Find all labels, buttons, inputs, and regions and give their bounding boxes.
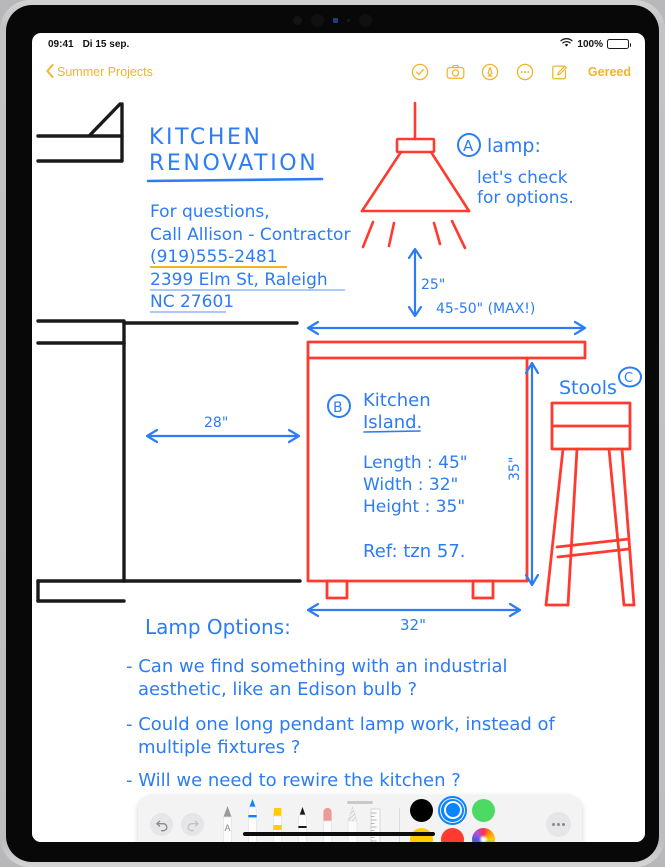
undo-icon[interactable] [150,813,173,836]
sensor-dot-small [347,18,350,22]
svg-text:A: A [224,823,230,833]
svg-text:Height : 35": Height : 35" [363,497,465,517]
svg-text:45-50" (MAX!): 45-50" (MAX!) [436,301,535,317]
svg-text:aesthetic, like an Edison bulb: aesthetic, like an Edison bulb ? [138,679,417,700]
tool-highlighter[interactable] [267,805,288,842]
tool-text-pen[interactable]: A [217,805,238,842]
svg-text:Width : 32": Width : 32" [363,475,458,495]
home-indicator[interactable] [242,832,435,836]
handwritten-sketch: .ink-b { stroke:#2b7cf5; fill:none; stro… [36,101,642,791]
back-button-label: Summer Projects [57,65,153,79]
checkmark-circle-icon[interactable] [411,63,429,81]
color-wheel[interactable] [472,827,495,842]
tool-eraser[interactable] [317,805,338,842]
color-green[interactable] [472,798,495,822]
done-button[interactable]: Gereed [588,65,631,79]
status-bar-right: 100% [560,37,631,51]
color-blue[interactable] [438,795,467,825]
svg-text:B: B [333,400,343,416]
note-canvas[interactable]: .ink-b { stroke:#2b7cf5; fill:none; stro… [32,89,645,842]
ipad-screen: 09:41 Di 15 sep. 100% Summer Projects Ge… [32,33,645,842]
tool-pencil[interactable] [342,805,363,842]
tool-ruler[interactable] [367,805,388,842]
status-date: Di 15 sep. [82,38,130,50]
palette-drag-handle[interactable] [347,801,373,804]
svg-text:let's check: let's check [477,168,568,188]
device-bezel: 09:41 Di 15 sep. 100% Summer Projects Ge… [6,5,659,862]
battery-icon [607,39,631,49]
svg-text:KITCHEN: KITCHEN [149,125,263,150]
status-bar-left: 09:41 Di 15 sep. [48,39,129,50]
chevron-left-icon [46,63,54,81]
front-camera-sensors [273,13,393,27]
svg-text:Call Allison - Contractor: Call Allison - Contractor [150,225,350,245]
status-time: 09:41 [48,38,74,50]
svg-text:Length : 45": Length : 45" [363,453,468,473]
svg-text:- Can we find something with a: - Can we find something with an industri… [126,656,508,677]
svg-text:Island.: Island. [363,412,422,433]
sensor-indicator [333,17,338,23]
svg-text:35": 35" [507,457,523,481]
palette-divider [399,807,400,842]
svg-text:For questions,: For questions, [150,202,270,222]
color-black[interactable] [410,798,433,822]
svg-text:- Will we need to rewire the k: - Will we need to rewire the kitchen ? [126,770,461,791]
front-camera [311,13,324,27]
svg-text:NC 27601: NC 27601 [150,292,234,312]
back-button[interactable]: Summer Projects [46,63,153,81]
svg-text:Stools: Stools [559,377,617,399]
note-toolbar: Gereed [411,63,631,81]
svg-text:Kitchen: Kitchen [363,390,431,411]
status-bar: 09:41 Di 15 sep. 100% [32,33,645,55]
color-red[interactable] [441,827,464,842]
svg-text:RENOVATION: RENOVATION [149,151,318,176]
truedepth-sensor [359,13,372,27]
navigation-bar: Summer Projects Gereed [32,55,645,89]
undo-redo-group [138,813,204,836]
svg-text:for options.: for options. [477,188,574,208]
svg-text:32": 32" [400,616,426,634]
ipad-device: 09:41 Di 15 sep. 100% Summer Projects Ge… [0,0,665,867]
svg-text:Ref: tzn 57.: Ref: tzn 57. [363,541,466,562]
svg-text:A: A [463,137,474,155]
svg-text:C: C [624,371,633,386]
camera-icon[interactable] [446,63,465,81]
palette-more-button[interactable] [546,812,571,837]
svg-text:lamp:: lamp: [487,135,541,157]
wifi-icon [560,37,574,51]
battery-percent: 100% [577,38,603,50]
markup-pen-circle-icon[interactable] [481,63,499,81]
svg-text:2399 Elm St, Raleigh: 2399 Elm St, Raleigh [150,270,328,290]
svg-text:28": 28" [204,415,228,431]
svg-text:25": 25" [421,277,445,293]
redo-icon[interactable] [181,813,204,836]
compose-icon[interactable] [551,63,569,81]
more-circle-icon[interactable] [516,63,534,81]
svg-text:multiple fixtures ?: multiple fixtures ? [138,737,300,758]
svg-text:(919)555-2481: (919)555-2481 [150,247,278,267]
sensor-dot [293,15,302,25]
svg-text:- Could one long pendant lamp: - Could one long pendant lamp work, inst… [126,714,556,735]
tool-marker[interactable] [292,805,313,842]
svg-text:Lamp Options:: Lamp Options: [145,615,291,639]
